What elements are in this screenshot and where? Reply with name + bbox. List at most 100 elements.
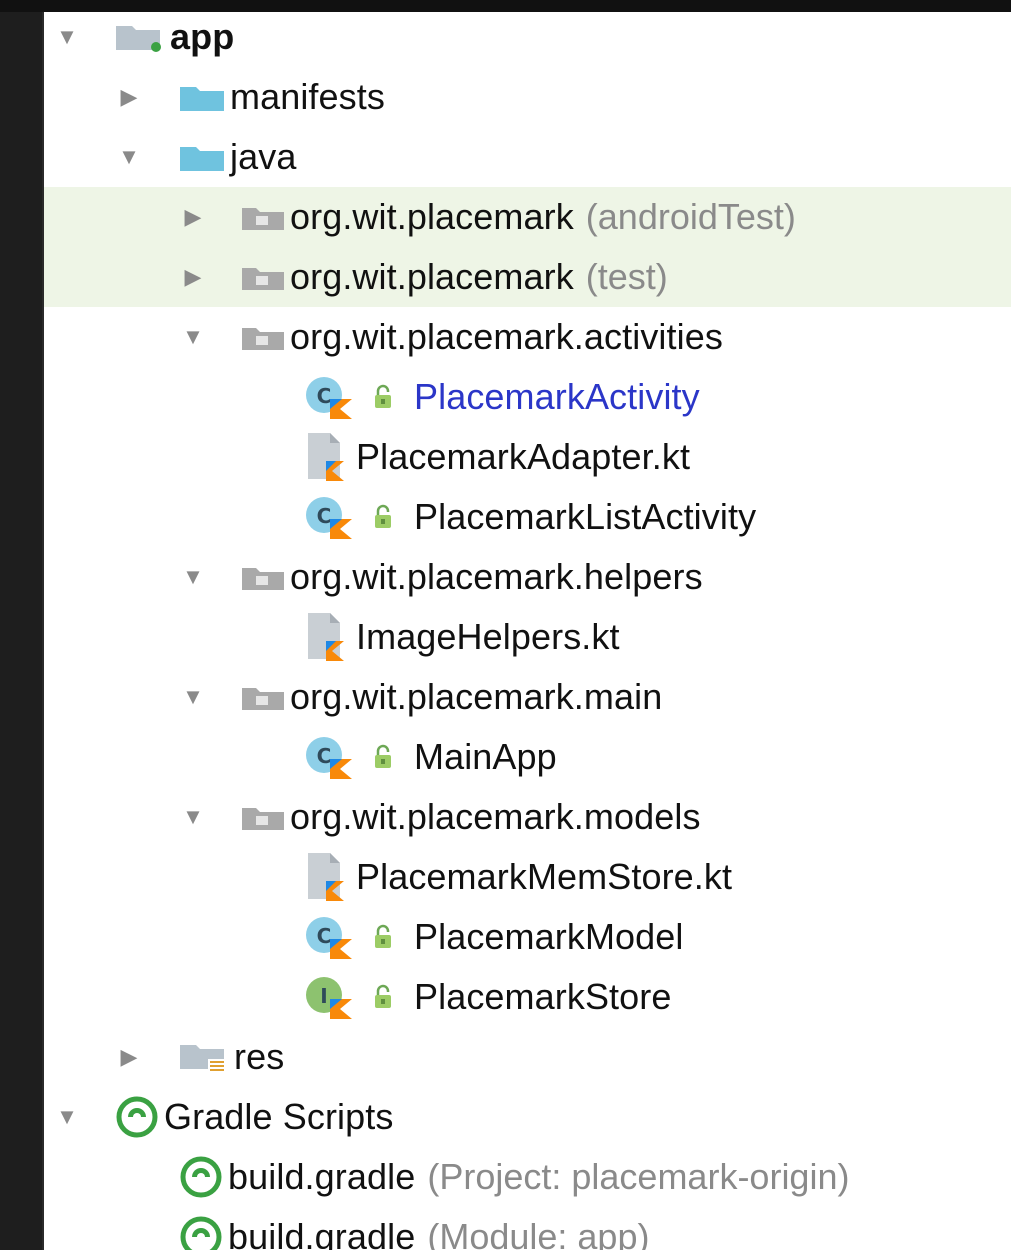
svg-text:C: C	[317, 924, 332, 948]
res-folder-icon	[178, 1039, 230, 1075]
tree-row-pkg-models[interactable]: ▼ org.wit.placemark.models	[44, 787, 1011, 847]
tree-row-gradle-scripts[interactable]: ▼ Gradle Scripts	[44, 1087, 1011, 1147]
kotlin-class-icon: C	[304, 373, 356, 421]
left-gutter	[0, 0, 42, 1250]
tree-node-content: manifests	[178, 67, 385, 127]
tree-node-label: ImageHelpers.kt	[356, 616, 620, 657]
collapse-arrow-icon[interactable]: ▶	[180, 204, 206, 230]
package-icon	[240, 262, 286, 292]
svg-text:I: I	[320, 984, 327, 1008]
tree-node-label: java	[230, 136, 297, 177]
tree-row-image-helpers[interactable]: ImageHelpers.kt	[44, 607, 1011, 667]
collapse-arrow-icon[interactable]: ▶	[116, 1044, 142, 1070]
tree-node-content: C MainApp	[304, 727, 557, 787]
kotlin-file-icon	[304, 431, 352, 483]
tree-node-content: org.wit.placemark.helpers	[240, 547, 703, 607]
project-tree-panel: ▼ app ▶ manifests ▼ java ▶ org.wit.placemark (an…	[42, 12, 1011, 1250]
tree-node-label: build.gradle	[228, 1156, 416, 1197]
tree-node-label: org.wit.placemark.helpers	[290, 556, 703, 597]
tree-node-content: org.wit.placemark (androidTest)	[240, 187, 796, 247]
package-icon	[240, 322, 286, 352]
tree-node-label: org.wit.placemark	[290, 256, 574, 297]
gradle-icon	[114, 1094, 160, 1140]
tree-node-content: build.gradle (Module: app)	[178, 1207, 649, 1250]
expand-arrow-icon[interactable]: ▼	[180, 324, 206, 350]
expand-arrow-icon[interactable]: ▼	[180, 564, 206, 590]
tree-row-build-gradle-project[interactable]: build.gradle (Project: placemark-origin)	[44, 1147, 1011, 1207]
expand-arrow-icon[interactable]: ▼	[54, 1104, 80, 1130]
tree-node-label: org.wit.placemark.main	[290, 676, 663, 717]
tree-row-placemark-adapter[interactable]: PlacemarkAdapter.kt	[44, 427, 1011, 487]
expand-arrow-icon[interactable]: ▼	[116, 144, 142, 170]
tree-row-pkg-helpers[interactable]: ▼ org.wit.placemark.helpers	[44, 547, 1011, 607]
package-icon	[240, 682, 286, 712]
tree-node-label: build.gradle	[228, 1216, 416, 1250]
folder-icon	[178, 81, 226, 113]
tree-node-label: PlacemarkListActivity	[414, 496, 757, 537]
tree-row-main-app[interactable]: C MainApp	[44, 727, 1011, 787]
tree-node-label: manifests	[230, 76, 385, 117]
tree-node-suffix: (Module: app)	[427, 1216, 650, 1250]
tree-node-label: PlacemarkModel	[414, 916, 684, 957]
expand-arrow-icon[interactable]: ▼	[54, 24, 80, 50]
tree-node-label: org.wit.placemark	[290, 196, 574, 237]
tree-node-content: Gradle Scripts	[114, 1087, 393, 1147]
kotlin-file-icon	[304, 611, 352, 663]
tree-node-suffix: (test)	[585, 256, 668, 297]
svg-text:C: C	[317, 384, 332, 408]
tree-node-label: org.wit.placemark.models	[290, 796, 701, 837]
tree-node-label: app	[170, 16, 235, 57]
tree-node-content: org.wit.placemark.models	[240, 787, 701, 847]
tree-row-placemark-memstore[interactable]: PlacemarkMemStore.kt	[44, 847, 1011, 907]
tree-node-label: PlacemarkMemStore.kt	[356, 856, 733, 897]
expand-arrow-icon[interactable]: ▼	[180, 804, 206, 830]
tree-row-build-gradle-module[interactable]: build.gradle (Module: app)	[44, 1207, 1011, 1250]
package-icon	[240, 562, 286, 592]
tree-node-content: res	[178, 1027, 284, 1087]
tree-row-placemark-activity[interactable]: C PlacemarkActivity	[44, 367, 1011, 427]
tree-node-label: Gradle Scripts	[164, 1096, 394, 1137]
tree-node-content: PlacemarkAdapter.kt	[304, 427, 690, 487]
tree-row-pkg-test[interactable]: ▶ org.wit.placemark (test)	[44, 247, 1011, 307]
gradle-icon	[178, 1154, 224, 1200]
top-frame	[0, 0, 1011, 12]
tree-node-content: build.gradle (Project: placemark-origin)	[178, 1147, 849, 1207]
folder-icon	[178, 141, 226, 173]
svg-text:C: C	[317, 504, 332, 528]
tree-node-content: java	[178, 127, 296, 187]
tree-row-pkg-main[interactable]: ▼ org.wit.placemark.main	[44, 667, 1011, 727]
tree-node-content: I PlacemarkStore	[304, 967, 672, 1027]
tree-row-java[interactable]: ▼ java	[44, 127, 1011, 187]
tree-node-label: PlacemarkStore	[414, 976, 672, 1017]
package-icon	[240, 202, 286, 232]
tree-row-placemark-store[interactable]: I PlacemarkStore	[44, 967, 1011, 1027]
tree-node-content: app	[114, 12, 234, 67]
module-folder-icon	[114, 20, 166, 54]
tree-node-content: ImageHelpers.kt	[304, 607, 620, 667]
gradle-icon	[178, 1214, 224, 1250]
kotlin-class-icon: C	[304, 733, 356, 781]
tree-row-manifests[interactable]: ▶ manifests	[44, 67, 1011, 127]
tree-row-pkg-activities[interactable]: ▼ org.wit.placemark.activities	[44, 307, 1011, 367]
tree-node-content: org.wit.placemark (test)	[240, 247, 668, 307]
expand-arrow-icon[interactable]: ▼	[180, 684, 206, 710]
lock-icon	[370, 923, 398, 951]
tree-row-placemark-model[interactable]: C PlacemarkModel	[44, 907, 1011, 967]
tree-node-content: C PlacemarkActivity	[304, 367, 700, 427]
lock-icon	[370, 743, 398, 771]
tree-row-res[interactable]: ▶ res	[44, 1027, 1011, 1087]
kotlin-interface-icon: I	[304, 973, 356, 1021]
kotlin-file-icon	[304, 851, 352, 903]
tree-row-app[interactable]: ▼ app	[44, 12, 1011, 67]
tree-node-suffix: (Project: placemark-origin)	[427, 1156, 850, 1197]
lock-icon	[370, 383, 398, 411]
tree-node-label: org.wit.placemark.activities	[290, 316, 723, 357]
tree-row-placemark-list-activity[interactable]: C PlacemarkListActivity	[44, 487, 1011, 547]
tree-row-pkg-androidtest[interactable]: ▶ org.wit.placemark (androidTest)	[44, 187, 1011, 247]
lock-icon	[370, 983, 398, 1011]
collapse-arrow-icon[interactable]: ▶	[116, 84, 142, 110]
collapse-arrow-icon[interactable]: ▶	[180, 264, 206, 290]
tree-node-content: PlacemarkMemStore.kt	[304, 847, 732, 907]
tree-node-label: res	[234, 1036, 285, 1077]
tree-node-content: C PlacemarkListActivity	[304, 487, 756, 547]
